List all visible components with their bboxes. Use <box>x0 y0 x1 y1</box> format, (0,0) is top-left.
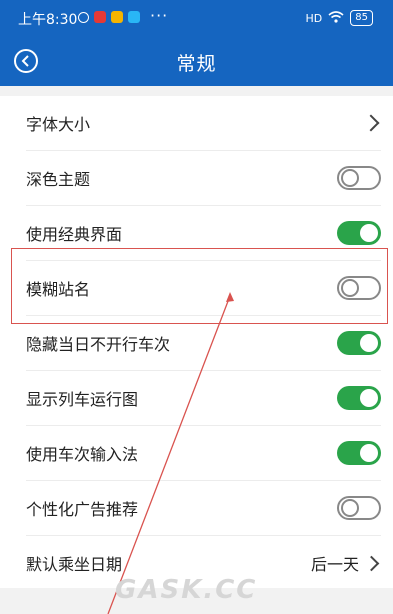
toggle-switch[interactable] <box>337 331 381 355</box>
setting-label: 默认乘坐日期 <box>26 555 123 574</box>
toggle-knob <box>341 499 359 517</box>
toggle-knob <box>341 279 359 297</box>
setting-label: 显示列车运行图 <box>26 390 139 409</box>
status-right-icons: HD 85 <box>306 10 373 26</box>
toggle-switch[interactable] <box>337 166 381 190</box>
app-bar: 常规 <box>0 36 393 86</box>
toggle-switch[interactable] <box>337 386 381 410</box>
chevron-right-icon <box>362 114 380 132</box>
setting-train-input: 使用车次输入法 <box>0 426 393 480</box>
status-more-icon: ··· <box>150 6 169 25</box>
status-bar: 上午8:30 ··· HD 85 <box>0 0 393 36</box>
toggle-knob <box>360 389 378 407</box>
setting-show-chart: 显示列车运行图 <box>0 371 393 425</box>
battery-icon: 85 <box>350 10 373 26</box>
app-notification-yellow-icon <box>111 11 123 23</box>
notification-icons <box>78 11 140 23</box>
watermark: GASK.CC <box>115 575 258 605</box>
setting-hide-inactive: 隐藏当日不开行车次 <box>0 316 393 370</box>
app-notification-red-icon <box>94 11 106 23</box>
settings-list: 字体大小 深色主题 使用经典界面 模糊站名 隐藏当日不开行车次 显示列车运行图 … <box>0 96 393 588</box>
setting-fuzzy-station: 模糊站名 <box>0 261 393 315</box>
toggle-switch[interactable] <box>337 221 381 245</box>
page-title: 常规 <box>176 53 217 75</box>
toggle-knob <box>360 224 378 242</box>
toggle-knob <box>341 169 359 187</box>
setting-value: 后一天 <box>310 555 359 574</box>
signal-icon: HD <box>305 11 323 25</box>
wifi-icon <box>328 10 344 26</box>
setting-classic-ui: 使用经典界面 <box>0 206 393 260</box>
setting-label: 隐藏当日不开行车次 <box>26 335 171 354</box>
toggle-knob <box>360 444 378 462</box>
setting-font-size[interactable]: 字体大小 <box>0 96 393 150</box>
toggle-knob <box>360 334 378 352</box>
chevron-right-icon <box>363 555 380 571</box>
toggle-switch[interactable] <box>337 441 381 465</box>
setting-personal-ads: 个性化广告推荐 <box>0 481 393 535</box>
setting-label: 字体大小 <box>26 115 91 134</box>
toggle-switch[interactable] <box>337 496 381 520</box>
alarm-icon <box>78 11 89 23</box>
setting-label: 模糊站名 <box>26 280 91 299</box>
app-notification-blue-icon <box>128 11 140 23</box>
setting-label: 个性化广告推荐 <box>26 500 139 519</box>
setting-label: 深色主题 <box>26 170 91 189</box>
setting-dark-theme: 深色主题 <box>0 151 393 205</box>
setting-label: 使用经典界面 <box>26 225 123 244</box>
toggle-switch[interactable] <box>337 276 381 300</box>
setting-label: 使用车次输入法 <box>26 445 139 464</box>
status-time: 上午8:30 <box>18 12 78 28</box>
